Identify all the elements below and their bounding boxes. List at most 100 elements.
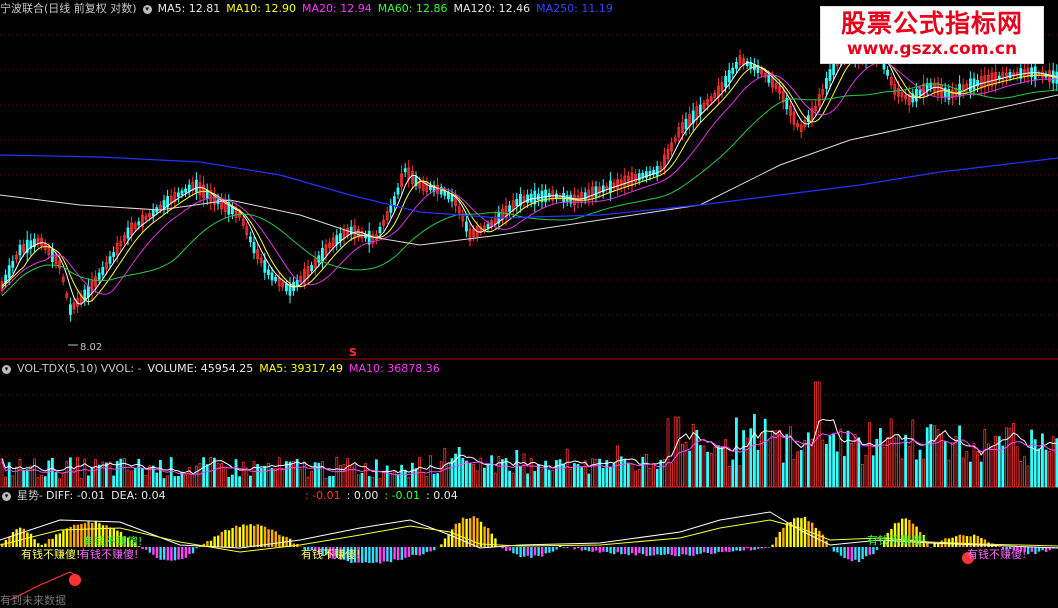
candle-body (832, 62, 835, 76)
osc-bar-down (706, 547, 709, 553)
volume-bar (310, 470, 314, 488)
ma20-label: MA20: 12.94 (302, 2, 372, 15)
volume-bar (126, 469, 130, 488)
osc-bar-down (573, 547, 576, 550)
volume-bar (331, 475, 335, 488)
volume-bar (619, 456, 623, 488)
osc-bar-up (224, 529, 227, 547)
osc-bar-down (717, 547, 720, 552)
volume-bar (29, 465, 33, 488)
osc-bar-up (980, 538, 983, 547)
volume-bar (673, 416, 677, 488)
volume-bar (346, 458, 350, 488)
volume-bar (778, 430, 781, 488)
osc-bar-up (73, 524, 76, 547)
future-data-label: 有到未来数据 (0, 594, 66, 607)
osc-bar-up (256, 524, 259, 547)
osc-bar-up (278, 534, 281, 547)
signal-tag: 有钱不赚傻! (967, 548, 1027, 561)
volume-bar (497, 455, 501, 488)
osc-bar-down (1030, 547, 1033, 552)
volume-bar (641, 456, 645, 488)
chevron-down-icon[interactable]: ▾ (142, 4, 152, 14)
chevron-down-icon[interactable]: ▾ (2, 491, 11, 501)
volume-bar (212, 457, 216, 488)
volume-bar (987, 443, 990, 488)
volume-bar (335, 456, 339, 488)
volume-bar (436, 473, 440, 488)
candle-body (655, 166, 659, 176)
osc-extra-2: : 0.00 (346, 489, 379, 502)
volume-bar (166, 475, 170, 488)
volume-bar (756, 449, 760, 488)
volume-bar (576, 464, 580, 488)
osc-bar-up (440, 544, 443, 547)
volume-bar (537, 464, 540, 488)
osc-bar-down (393, 547, 396, 560)
candle-body (969, 78, 972, 92)
volume-bar (1023, 456, 1026, 488)
volume-bar (893, 437, 897, 488)
osc-bar-down (562, 547, 565, 548)
osc-extra-1: : -0.01 (305, 489, 341, 502)
volume-bar (486, 464, 490, 488)
osc-bar-up (33, 539, 36, 547)
volume-bar (403, 469, 407, 488)
osc-bar-up (58, 533, 61, 547)
volume-bar (882, 447, 886, 488)
osc-bar-down (166, 547, 169, 561)
osc-bar-down (580, 547, 583, 551)
osc-bar-down (710, 547, 713, 555)
main-panel-header: 宁波联合(日线 前复权 对数) ▾ MA5: 12.81 MA10: 12.90 MA2… (0, 1, 619, 17)
volume-bar (817, 381, 821, 488)
candle-body (446, 192, 450, 200)
volume-bar (446, 462, 450, 488)
volume-bar (904, 434, 907, 488)
volume-bar (227, 476, 231, 488)
osc-bar-down (832, 547, 835, 552)
watermark-url: www.gszx.com.cn (846, 39, 1018, 59)
osc-bar-down (429, 547, 432, 552)
osc-bar-up (479, 521, 483, 547)
osc-bar-down (386, 547, 389, 562)
osc-bar-up (40, 544, 43, 547)
stock-chart-canvas[interactable] (0, 0, 1058, 608)
volume-bar (717, 445, 720, 488)
candle-body (101, 266, 105, 275)
osc-bar-down (695, 547, 699, 555)
candle-body (194, 179, 198, 193)
osc-bar-down (389, 547, 393, 563)
osc-bar-down (703, 547, 706, 553)
osc-bar-down (631, 547, 634, 554)
volume-bar (753, 414, 756, 488)
volume-bar (407, 477, 411, 488)
volume-bar (468, 462, 472, 488)
volume-bar (270, 467, 274, 488)
volume-bar (742, 430, 745, 488)
osc-bar-up (951, 537, 954, 547)
osc-bar-up (15, 529, 18, 547)
candle-body (450, 194, 454, 202)
ma250-label: MA250: 11.19 (536, 2, 613, 15)
osc-bar-down (598, 547, 601, 553)
candle-body (108, 256, 112, 264)
volume-bar (637, 469, 641, 488)
volume-bar (990, 446, 994, 488)
osc-bar-up (238, 527, 241, 547)
osc-bar-down (530, 547, 533, 558)
volume-bar (43, 476, 47, 488)
osc-bar-down (523, 547, 526, 557)
volume-bar (807, 432, 810, 488)
volume-bar (396, 474, 400, 488)
volume-bar (292, 461, 296, 488)
dea-label: DEA: 0.04 (111, 489, 166, 502)
candle-body (126, 227, 130, 239)
volume-bar (551, 470, 555, 488)
volume-bar (695, 429, 699, 488)
volume-bar (648, 468, 652, 488)
candle-body (609, 180, 612, 193)
volume-bar (958, 425, 961, 488)
volume-bar (511, 472, 515, 488)
chevron-down-icon[interactable]: ▾ (2, 364, 11, 374)
osc-bar-down (656, 547, 659, 555)
